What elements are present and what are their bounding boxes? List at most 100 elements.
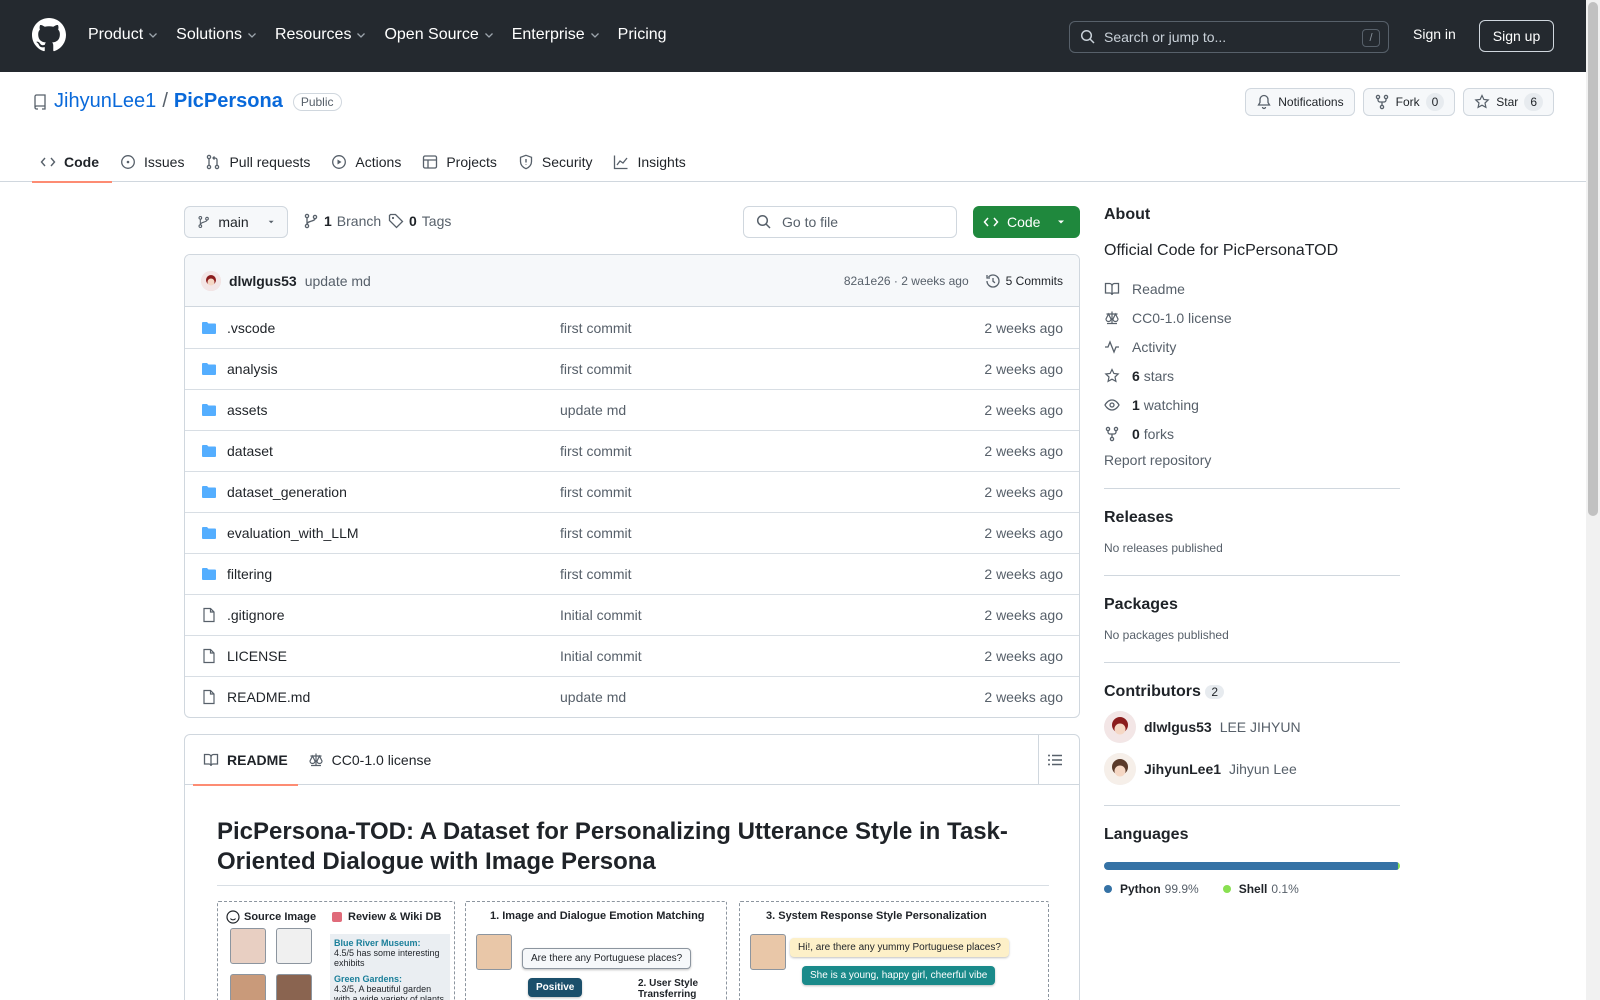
tags-link[interactable]: 0 Tags <box>388 213 451 229</box>
nav-product[interactable]: Product <box>88 22 159 48</box>
nav-label: Resources <box>274 26 352 43</box>
branch-selector[interactable]: main <box>184 206 288 238</box>
tab-actions[interactable]: Actions <box>323 142 414 182</box>
code-dropdown-button[interactable]: Code <box>973 206 1080 238</box>
table-row[interactable]: LICENSE Initial commit 2 weeks ago <box>185 635 1079 676</box>
table-row[interactable]: .vscode first commit 2 weeks ago <box>185 307 1079 348</box>
table-row[interactable]: filtering first commit 2 weeks ago <box>185 553 1079 594</box>
file-commit-message-link[interactable]: first commit <box>560 361 632 377</box>
language-legend-item[interactable]: Shell 0.1% <box>1222 882 1299 896</box>
nav-open-source[interactable]: Open Source <box>384 22 494 48</box>
repo-actions: Notifications Fork 0 Star 6 <box>1245 88 1554 116</box>
table-row[interactable]: analysis first commit 2 weeks ago <box>185 348 1079 389</box>
tab-insights[interactable]: Insights <box>605 142 698 182</box>
commits-link[interactable]: 5 Commits <box>985 273 1063 289</box>
avatar[interactable] <box>201 270 221 291</box>
nav-solutions[interactable]: Solutions <box>176 22 258 48</box>
readme-link[interactable]: Readme <box>1104 274 1400 303</box>
language-legend-item[interactable]: Python 99.9% <box>1104 882 1199 896</box>
language-name: Shell <box>1238 882 1268 896</box>
license-link[interactable]: CC0-1.0 license <box>1104 303 1400 332</box>
file-commit-message-link[interactable]: first commit <box>560 525 632 541</box>
commit-author-link[interactable]: dlwlgus53 <box>229 273 297 289</box>
language-color-dot <box>1222 885 1231 893</box>
table-row[interactable]: dataset_generation first commit 2 weeks ag… <box>185 471 1079 512</box>
file-commit-message-link[interactable]: first commit <box>560 566 632 582</box>
branches-link[interactable]: 1 Branch <box>303 213 381 229</box>
search-input[interactable]: Search or jump to... / <box>1069 21 1389 53</box>
releases-section: Releases No releases published <box>1104 488 1400 555</box>
file-commit-message-link[interactable]: Initial commit <box>560 648 642 664</box>
table-row[interactable]: README.md update md 2 weeks ago <box>185 676 1079 717</box>
notifications-button[interactable]: Notifications <box>1245 88 1355 116</box>
readme-heading: PicPersona-TOD: A Dataset for Personaliz… <box>217 817 1049 886</box>
file-commit-message-link[interactable]: first commit <box>560 443 632 459</box>
contributors-heading[interactable]: Contributors 2 <box>1104 683 1400 701</box>
fork-button[interactable]: Fork 0 <box>1362 88 1456 116</box>
file-name-link[interactable]: LICENSE <box>227 648 560 664</box>
file-commit-message-link[interactable]: Initial commit <box>560 607 642 623</box>
list-unordered-icon[interactable] <box>1047 752 1063 768</box>
table-row[interactable]: assets update md 2 weeks ago <box>185 389 1079 430</box>
watching-link[interactable]: 1 watching <box>1104 390 1400 419</box>
scrollbar-thumb[interactable] <box>1588 2 1598 516</box>
file-name-link[interactable]: dataset_generation <box>227 484 560 500</box>
repo-owner-link[interactable]: JihyunLee1 <box>54 90 156 113</box>
packages-heading[interactable]: Packages <box>1104 596 1400 614</box>
folder-icon <box>202 445 216 457</box>
file-commit-message-link[interactable]: first commit <box>560 484 632 500</box>
commit-message-link[interactable]: update md <box>305 273 371 289</box>
commit-hash-time[interactable]: 82a1e26 · 2 weeks ago <box>844 274 969 288</box>
tab-code[interactable]: Code <box>32 142 112 183</box>
file-name-link[interactable]: dataset <box>227 443 560 459</box>
search-icon <box>756 214 771 229</box>
nav-label: Open Source <box>384 26 479 43</box>
file-name-link[interactable]: assets <box>227 402 560 418</box>
releases-heading[interactable]: Releases <box>1104 509 1400 527</box>
contributor-item[interactable]: dlwlgus53 LEE JIHYUN <box>1104 711 1400 743</box>
file-name-link[interactable]: .vscode <box>227 320 560 336</box>
nav-enterprise[interactable]: Enterprise <box>512 22 601 48</box>
nav-resources[interactable]: Resources <box>275 22 367 48</box>
github-logo-icon[interactable] <box>32 18 66 52</box>
stars-link[interactable]: 6 stars <box>1104 361 1400 390</box>
file-commit-message-link[interactable]: update md <box>560 402 626 418</box>
file-icon <box>203 689 215 705</box>
tab-license[interactable]: CC0-1.0 license <box>298 735 442 785</box>
branch-count: 1 <box>324 213 332 229</box>
dialogue-bubble: Are there any Portuguese places? <box>522 948 692 969</box>
about-links: Readme CC0-1.0 license Activity 6 stars … <box>1104 274 1400 448</box>
tab-security[interactable]: Security <box>510 142 606 182</box>
repo-name-link[interactable]: PicPersona <box>174 90 283 113</box>
page-scrollbar[interactable] <box>1586 0 1600 1000</box>
law-icon <box>1105 311 1119 324</box>
code-icon <box>40 157 56 167</box>
figure-step1-label: 1. Image and Dialogue Emotion Matching <box>490 910 705 922</box>
file-name-link[interactable]: filtering <box>227 566 560 582</box>
tab-projects[interactable]: Projects <box>414 142 510 182</box>
table-row[interactable]: .gitignore Initial commit 2 weeks ago <box>185 594 1079 635</box>
nav-pricing[interactable]: Pricing <box>618 22 667 48</box>
table-row[interactable]: evaluation_with_LLM first commit 2 weeks a… <box>185 512 1079 553</box>
sign-up-button[interactable]: Sign up <box>1479 20 1554 52</box>
sign-in-link[interactable]: Sign in <box>1413 26 1456 42</box>
file-commit-message-link[interactable]: update md <box>560 689 626 705</box>
tab-issues[interactable]: Issues <box>112 142 197 182</box>
file-name-link[interactable]: evaluation_with_LLM <box>227 525 560 541</box>
tab-readme[interactable]: README <box>193 735 298 786</box>
contributor-item[interactable]: JihyunLee1 Jihyun Lee <box>1104 753 1400 785</box>
file-name-link[interactable]: analysis <box>227 361 560 377</box>
tab-pull-requests[interactable]: Pull requests <box>197 142 323 182</box>
file-name-link[interactable]: README.md <box>227 689 560 705</box>
report-repository-link[interactable]: Report repository <box>1104 452 1400 468</box>
activity-link[interactable]: Activity <box>1104 332 1400 361</box>
forks-link[interactable]: 0 forks <box>1104 419 1400 448</box>
emotion-badge: Positive <box>528 978 583 997</box>
file-commit-message-link[interactable]: first commit <box>560 320 632 336</box>
table-row[interactable]: dataset first commit 2 weeks ago <box>185 430 1079 471</box>
file-name-link[interactable]: .gitignore <box>227 607 560 623</box>
star-button[interactable]: Star 6 <box>1463 88 1554 116</box>
tab-label: README <box>227 751 288 768</box>
side-label: 1 watching <box>1132 397 1199 413</box>
go-to-file-input[interactable]: Go to file <box>743 206 957 238</box>
